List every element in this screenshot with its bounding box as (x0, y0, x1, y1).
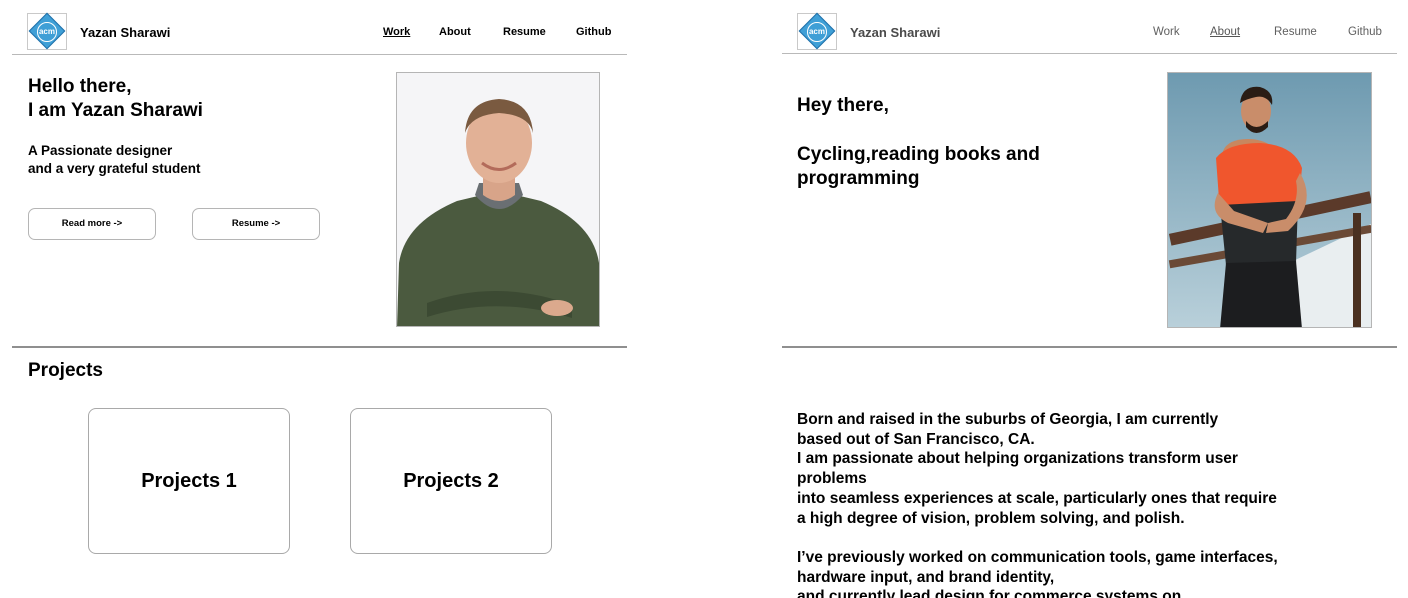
bio-line: and currently lead design for commerce s… (797, 588, 1182, 598)
bio-line: I am passionate about helping organizati… (797, 450, 1238, 468)
bio-line: into seamless experiences at scale, part… (797, 489, 1277, 507)
cyclist-image (1168, 73, 1371, 327)
home-page-frame: acm Yazan Sharawi Work About Resume Gith… (12, 0, 627, 598)
hero-tagline: A Passionate designer and a very gratefu… (28, 142, 201, 178)
brand-name[interactable]: Yazan Sharawi (850, 25, 940, 40)
hobbies-line-1: Cycling,reading books and (797, 144, 1040, 165)
bio-line: Born and raised in the suburbs of Georgi… (797, 411, 1219, 428)
nav-work[interactable]: Work (1153, 26, 1180, 38)
project-card-1[interactable]: Projects 1 (88, 408, 290, 554)
logo-text: acm (37, 22, 57, 42)
greeting-line-2: I am Yazan Sharawi (28, 100, 203, 121)
nav-work[interactable]: Work (383, 26, 410, 38)
navbar: acm Yazan Sharawi Work About Resume Gith… (12, 0, 627, 55)
profile-photo (396, 72, 600, 327)
section-divider (12, 346, 627, 348)
bio-line: based out of San Francisco, CA. (797, 430, 1035, 448)
bio-line: I’ve previously worked on communication … (797, 548, 1278, 566)
nav-github[interactable]: Github (1348, 26, 1382, 38)
about-hobbies: Cycling,reading books and programming (797, 143, 1127, 191)
acm-logo[interactable]: acm (27, 12, 67, 50)
section-divider (782, 346, 1397, 348)
navbar: acm Yazan Sharawi Work About Resume Gith… (782, 0, 1397, 54)
nav-resume[interactable]: Resume (503, 26, 546, 38)
bio-line: problems (797, 470, 867, 488)
project-card-1-label: Projects 1 (141, 469, 237, 492)
projects-heading: Projects (28, 360, 103, 381)
logo-text: acm (807, 22, 827, 42)
tagline-line-1: A Passionate designer (28, 143, 173, 158)
nav-about[interactable]: About (1210, 26, 1240, 38)
about-page-frame: acm Yazan Sharawi Work About Resume Gith… (782, 0, 1397, 598)
about-bio: Born and raised in the suburbs of Georgi… (797, 410, 1317, 598)
nav-github[interactable]: Github (576, 26, 611, 38)
nav-resume[interactable]: Resume (1274, 26, 1317, 38)
bio-paragraph-2: I’ve previously worked on communication … (797, 548, 1317, 598)
bio-line: a high degree of vision, problem solving… (797, 509, 1185, 527)
project-card-2[interactable]: Projects 2 (350, 408, 552, 554)
acm-logo[interactable]: acm (797, 12, 837, 50)
read-more-button[interactable]: Read more -> (28, 208, 156, 240)
portrait-image (397, 73, 599, 326)
greeting-line-1: Hello there, (28, 76, 132, 97)
resume-button[interactable]: Resume -> (192, 208, 320, 240)
hero-greeting: Hello there, I am Yazan Sharawi (28, 75, 203, 123)
brand-name[interactable]: Yazan Sharawi (80, 25, 170, 40)
bio-paragraph-1: Born and raised in the suburbs of Georgi… (797, 410, 1317, 528)
about-photo (1167, 72, 1372, 328)
hobbies-line-2: programming (797, 168, 920, 189)
bio-line: hardware input, and brand identity, (797, 568, 1055, 586)
project-card-2-label: Projects 2 (403, 469, 499, 492)
tagline-line-2: and a very grateful student (28, 161, 201, 176)
nav-about[interactable]: About (439, 26, 471, 38)
about-greeting: Hey there, (797, 95, 889, 116)
